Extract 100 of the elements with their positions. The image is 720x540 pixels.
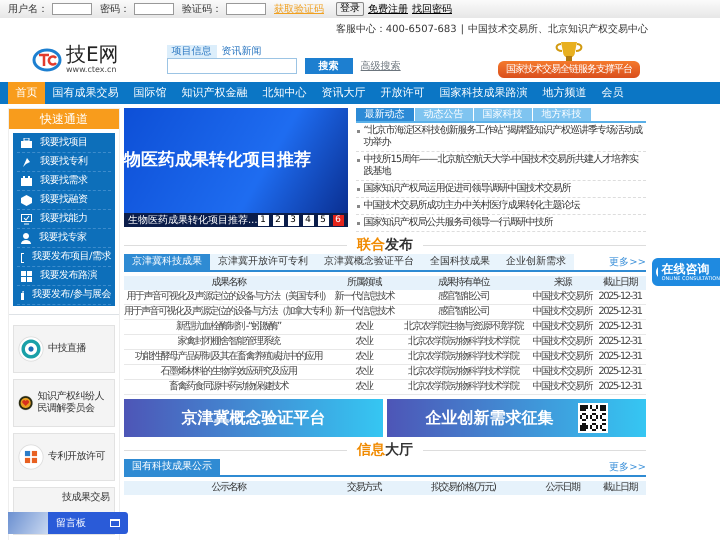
consult-title: 在线咨询 [662,262,710,276]
table-cell: 北京农学院动物科学技术学院 [395,334,532,350]
page-number[interactable]: 5 [318,214,329,226]
quick-link[interactable]: 我要发布路演 [40,267,97,285]
bullet-icon [356,159,360,162]
field-label: 用户名： [8,2,48,16]
table-cell: 2025-12-31 [594,320,646,334]
table-cell: 功能性酵母产品研制及其在畜禽养殖减抗中的应用 [124,350,333,364]
quick-link[interactable]: 我要找专利 [40,153,88,171]
shortcut-card[interactable]: 中技直播 [13,325,115,373]
column-header: 公示日期 [531,481,594,495]
quick-link[interactable]: 我要找能力 [40,210,88,228]
pen-icon [21,156,32,168]
section-tab[interactable]: 京津冀开放许可专利 [210,254,316,270]
table-cell: 新型抗血栓酶制剂 -“蚓激酶” [124,320,333,334]
news-link[interactable]: 中技所15周年——北京航空航天大学-中国技术交易所共建人才培养实践基地 [364,154,646,178]
quick-link[interactable]: 我要发布项目/需求 [32,248,111,266]
table-cell: 畜禽药食同源中药动物保健技术 [124,380,333,394]
promo-banner[interactable]: 企业创新需求征集 [387,399,646,437]
banner-caption: 生物医药成果转化项目推荐... [128,214,258,228]
nav-link[interactable]: 国际馆 [126,82,174,104]
table-cell: 2025-12-31 [594,380,646,394]
grid-icon [21,270,32,282]
quick-link[interactable]: 我要发布/参与展会 [32,286,111,304]
page-number[interactable]: 2 [272,214,284,226]
quick-link[interactable]: 我要找需求 [40,172,88,190]
section-heading: 信息大厅 [356,441,414,459]
search-tab[interactable]: 项目信息 [166,45,217,58]
nav-link[interactable]: 国家科技成果路演 [432,82,535,104]
search-button[interactable]: 搜索 [304,58,353,74]
table-cell: 2025-12-31 [594,290,646,304]
news-link[interactable]: 中国技术交易所成功主办中关村医疗成果转化主题论坛 [364,200,580,212]
quick-link[interactable]: 我要找专家 [39,229,86,247]
shortcut-card[interactable]: 知识产权纠纷人民调解委员会 [13,379,115,427]
card-label: 知识产权纠纷人民调解委员会 [37,391,105,415]
nav-link[interactable]: 知识产权金融 [174,82,255,104]
news-tab[interactable]: 最新动态 [356,108,414,121]
monitor-icon [21,214,32,224]
column-header: 交易方式 [332,481,396,495]
column-header: 来源 [531,276,594,290]
table-cell: 用于声音可视化及声源定位的设备与方法（美国专利） [124,290,333,304]
table-cell: 用于声音可视化及声源定位的设备与方法（加拿大专利） [124,304,333,320]
promo-banner[interactable]: 京津冀概念验证平台 [124,399,383,437]
more-link[interactable]: 更多>> [609,255,646,270]
table-cell: 新一代信息技术 [332,304,396,320]
bullet-icon [356,130,360,133]
shortcut-card[interactable]: 专利开放许可 [13,433,115,481]
nav-link[interactable]: 北知中心 [255,82,314,104]
column-header: 所属领域 [332,276,396,290]
login-button[interactable]: 登录 [336,2,364,16]
table-cell: 农业 [332,320,396,334]
website-url: www.ctex.cn [66,64,118,76]
quick-link[interactable]: 我要找项目 [40,134,88,152]
table-cell: 农业 [332,380,396,394]
quick-link[interactable]: 我要找融资 [40,191,88,209]
page-number[interactable]: 3 [288,214,299,226]
table-cell: 中国技术交易所 [531,304,594,320]
account-link[interactable]: 免费注册 [368,2,408,16]
widget-title: 留言板 [56,516,86,530]
table-cell: 2025-12-31 [594,334,646,350]
bullet-icon [356,188,360,191]
nav-link[interactable]: 开放许可 [373,82,432,104]
table-cell: 北京农学院动物科学技术学院 [395,350,532,364]
nav-link[interactable]: 会员 [594,82,631,104]
page-number[interactable]: 4 [302,214,314,226]
section-tab[interactable]: 全国科技成果 [422,254,498,270]
account-link[interactable]: 找回密码 [412,2,452,16]
table-cell: 2025-12-31 [594,350,646,364]
news-link[interactable]: “北京市海淀区科技创新服务工作站”揭牌暨知识产权巡讲季专场活动成功举办 [364,125,646,149]
page-number[interactable]: 6 [332,214,344,226]
nav-link[interactable]: 地方频道 [535,82,594,104]
card-label: 专利开放许可 [48,451,105,463]
bullet-icon [356,222,360,225]
column-header: 拟交易价格(万元) [395,481,532,495]
search-tab[interactable]: 资讯新闻 [216,45,267,58]
column-header: 成果名称 [124,276,333,290]
cube-icon [21,194,32,206]
section-tab[interactable]: 企业创新需求 [498,254,574,270]
message-board-toast[interactable]: 留言板 [8,512,128,534]
squares-logo-icon [18,444,44,470]
table-cell: 家禽封闭棚舍智能管理系统 [124,334,333,350]
news-link[interactable]: 国家知识产权局运用促进司领导调研中国技术交易所 [364,183,571,195]
nav-link[interactable]: 国有成果交易 [45,82,126,104]
more-link[interactable]: 更多>> [609,460,646,475]
card-label: 技成果交易 [62,492,110,504]
table-cell: 石墨烯材料的生物学效应研究及应用 [124,364,333,380]
page-number[interactable]: 1 [258,214,269,226]
logo-icon [32,48,62,72]
table-cell: 北京农学院动物科学技术学院 [395,364,532,380]
section-tab[interactable]: 京津冀概念验证平台 [316,254,422,270]
text-field[interactable] [134,3,174,15]
text-field[interactable] [52,3,92,15]
text-field[interactable] [226,3,266,15]
table-cell: 中国技术交易所 [531,380,594,394]
search-field[interactable] [166,58,297,74]
advanced-search-link[interactable]: 高级搜索 [360,58,401,74]
table-cell: 2025-12-31 [594,304,646,320]
nav-link[interactable]: 资讯大厅 [314,82,373,104]
bullet-icon [356,205,360,208]
news-link[interactable]: 国家知识产权局公共服务司领导一行调研中技所 [364,217,553,229]
